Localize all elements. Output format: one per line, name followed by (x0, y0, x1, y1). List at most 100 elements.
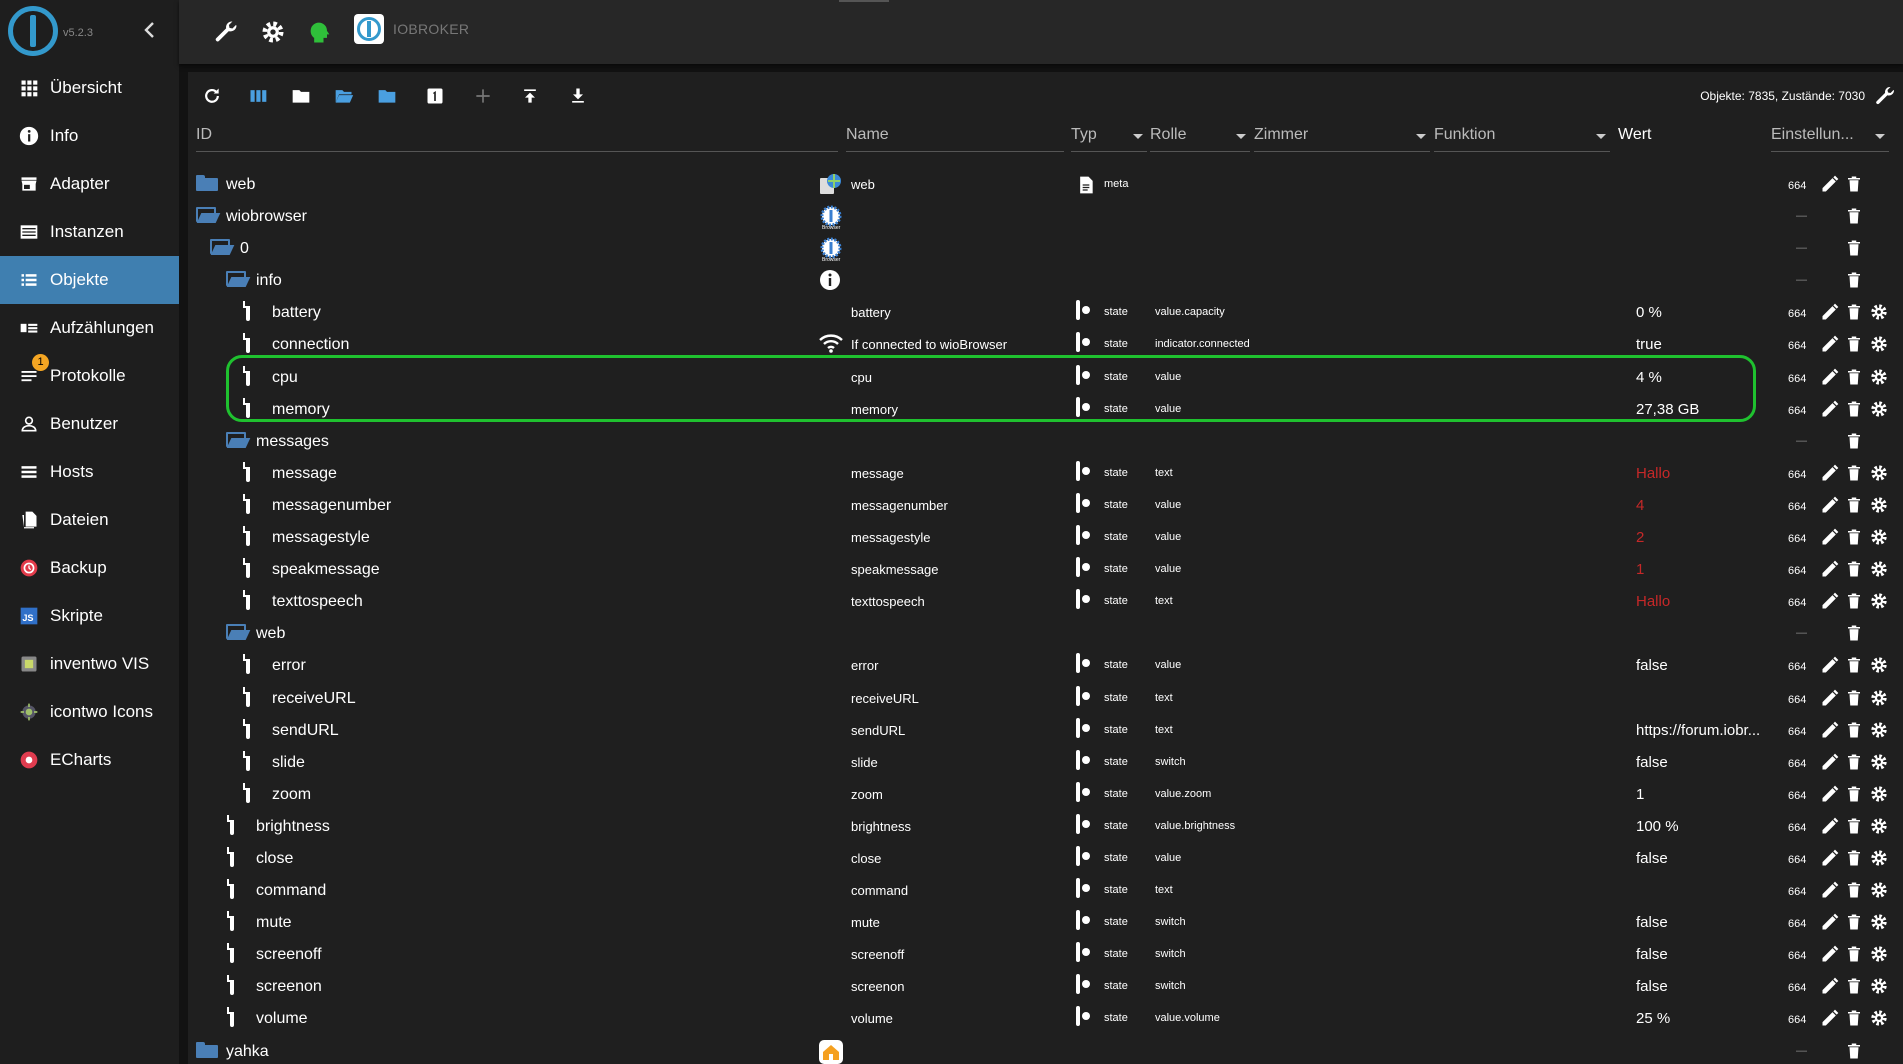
custom-settings-button[interactable] (1869, 752, 1889, 772)
row-icon-cell[interactable] (230, 975, 252, 996)
collapse-all-button[interactable] (289, 84, 313, 108)
custom-settings-button[interactable] (1869, 527, 1889, 547)
row-icon-cell[interactable] (230, 943, 252, 964)
row-icon-cell[interactable] (210, 239, 232, 257)
table-row[interactable]: screenon screenon state switch false 664 (188, 970, 1903, 1002)
delete-button[interactable] (1845, 944, 1865, 964)
expand-all-button[interactable] (332, 84, 356, 108)
edit-button[interactable] (1820, 559, 1840, 579)
edit-button[interactable] (1820, 944, 1840, 964)
sidebar-item-dateien[interactable]: Dateien (0, 496, 179, 544)
object-value[interactable]: false (1636, 657, 1668, 674)
table-row[interactable]: connection If connected to wioBrowser stat… (188, 328, 1903, 360)
custom-settings-button[interactable] (1869, 495, 1889, 515)
table-row[interactable]: web — (188, 617, 1903, 649)
custom-settings-button[interactable] (1869, 784, 1889, 804)
function-filter[interactable]: Funktion (1434, 120, 1610, 152)
custom-settings-button[interactable] (1869, 334, 1889, 354)
row-icon-cell[interactable] (246, 333, 268, 354)
sidebar-item-aufzählungen[interactable]: Aufzählungen (0, 304, 179, 352)
sidebar-item-echarts[interactable]: ECharts (0, 736, 179, 784)
table-row[interactable]: volume volume state value.volume 25 % 664 (188, 1002, 1903, 1034)
delete-button[interactable] (1845, 302, 1865, 322)
columns-button[interactable] (246, 84, 270, 108)
delete-button[interactable] (1845, 431, 1865, 451)
add-object-button[interactable] (471, 84, 495, 108)
edit-button[interactable] (1820, 463, 1840, 483)
collapse-sidebar-button[interactable] (138, 18, 162, 42)
table-row[interactable]: messagenumber messagenumber state value 4 664 (188, 489, 1903, 521)
edit-button[interactable] (1820, 367, 1840, 387)
object-value[interactable]: false (1636, 978, 1668, 995)
table-row[interactable]: messages — (188, 425, 1903, 457)
sidebar-item-protokolle[interactable]: 1 Protokolle (0, 352, 179, 400)
row-icon-cell[interactable] (246, 461, 268, 482)
delete-button[interactable] (1845, 270, 1865, 290)
row-icon-cell[interactable] (230, 911, 252, 932)
object-value[interactable]: true (1636, 336, 1662, 353)
row-icon-cell[interactable] (246, 782, 268, 803)
edit-button[interactable] (1820, 752, 1840, 772)
delete-button[interactable] (1845, 784, 1865, 804)
table-row[interactable]: web web meta 664 (188, 168, 1903, 200)
edit-button[interactable] (1820, 495, 1840, 515)
table-row[interactable]: receiveURL receiveURL state text 664 (188, 682, 1903, 714)
table-row[interactable]: brightness brightness state value.brightnes… (188, 810, 1903, 842)
custom-settings-button[interactable] (1869, 688, 1889, 708)
sidebar-item-backup[interactable]: Backup (0, 544, 179, 592)
sidebar-item-instanzen[interactable]: Instanzen (0, 208, 179, 256)
type-filter[interactable]: Typ (1071, 120, 1147, 152)
edit-button[interactable] (1820, 302, 1840, 322)
sidebar-item-objekte[interactable]: Objekte (0, 256, 179, 304)
object-value[interactable]: 25 % (1636, 1010, 1670, 1027)
edit-button[interactable] (1820, 880, 1840, 900)
row-icon-cell[interactable] (230, 1007, 252, 1028)
object-value[interactable]: false (1636, 914, 1668, 931)
delete-button[interactable] (1845, 976, 1865, 996)
delete-button[interactable] (1845, 527, 1865, 547)
delete-button[interactable] (1845, 399, 1865, 419)
delete-button[interactable] (1845, 816, 1865, 836)
wrench-button[interactable] (212, 18, 240, 46)
object-value[interactable]: Hallo (1636, 593, 1670, 610)
table-row[interactable]: zoom zoom state value.zoom 1 664 (188, 778, 1903, 810)
edit-button[interactable] (1820, 816, 1840, 836)
custom-settings-button[interactable] (1869, 976, 1889, 996)
table-row[interactable]: wiobrowser Browser — (188, 200, 1903, 232)
delete-button[interactable] (1845, 238, 1865, 258)
expand-one-step-button[interactable] (375, 84, 399, 108)
sidebar-item-skripte[interactable]: JS Skripte (0, 592, 179, 640)
custom-settings-button[interactable] (1869, 367, 1889, 387)
edit-button[interactable] (1820, 912, 1840, 932)
sidebar-item-icontwo-icons[interactable]: icontwo Icons (0, 688, 179, 736)
table-row[interactable]: battery battery state value.capacity 0 % 664 (188, 296, 1903, 328)
id-filter[interactable]: ID (196, 120, 838, 152)
edit-button[interactable] (1820, 399, 1840, 419)
row-icon-cell[interactable] (230, 814, 252, 835)
name-filter[interactable]: Name (846, 120, 1064, 152)
row-icon-cell[interactable] (246, 718, 268, 739)
table-row[interactable]: sendURL sendURL state text https://forum.iob… (188, 714, 1903, 746)
object-value[interactable]: 1 (1636, 786, 1644, 803)
row-icon-cell[interactable] (226, 271, 248, 289)
custom-settings-button[interactable] (1869, 816, 1889, 836)
delete-button[interactable] (1845, 752, 1865, 772)
delete-button[interactable] (1845, 463, 1865, 483)
row-icon-cell[interactable] (230, 846, 252, 867)
edit-button[interactable] (1820, 848, 1840, 868)
row-icon-cell[interactable] (246, 558, 268, 579)
object-value[interactable]: 100 % (1636, 818, 1679, 835)
role-filter[interactable]: Rolle (1150, 120, 1250, 152)
delete-button[interactable] (1845, 591, 1865, 611)
custom-settings-button[interactable] (1869, 848, 1889, 868)
object-value[interactable]: false (1636, 946, 1668, 963)
row-icon-cell[interactable] (246, 301, 268, 322)
table-row[interactable]: command command state text 664 (188, 874, 1903, 906)
row-icon-cell[interactable] (246, 654, 268, 675)
delete-button[interactable] (1845, 1041, 1865, 1061)
edit-button[interactable] (1820, 527, 1840, 547)
object-value[interactable]: Hallo (1636, 465, 1670, 482)
row-icon-cell[interactable] (246, 590, 268, 611)
table-row[interactable]: texttospeech texttospeech state text Hallo 66… (188, 585, 1903, 617)
delete-button[interactable] (1845, 623, 1865, 643)
